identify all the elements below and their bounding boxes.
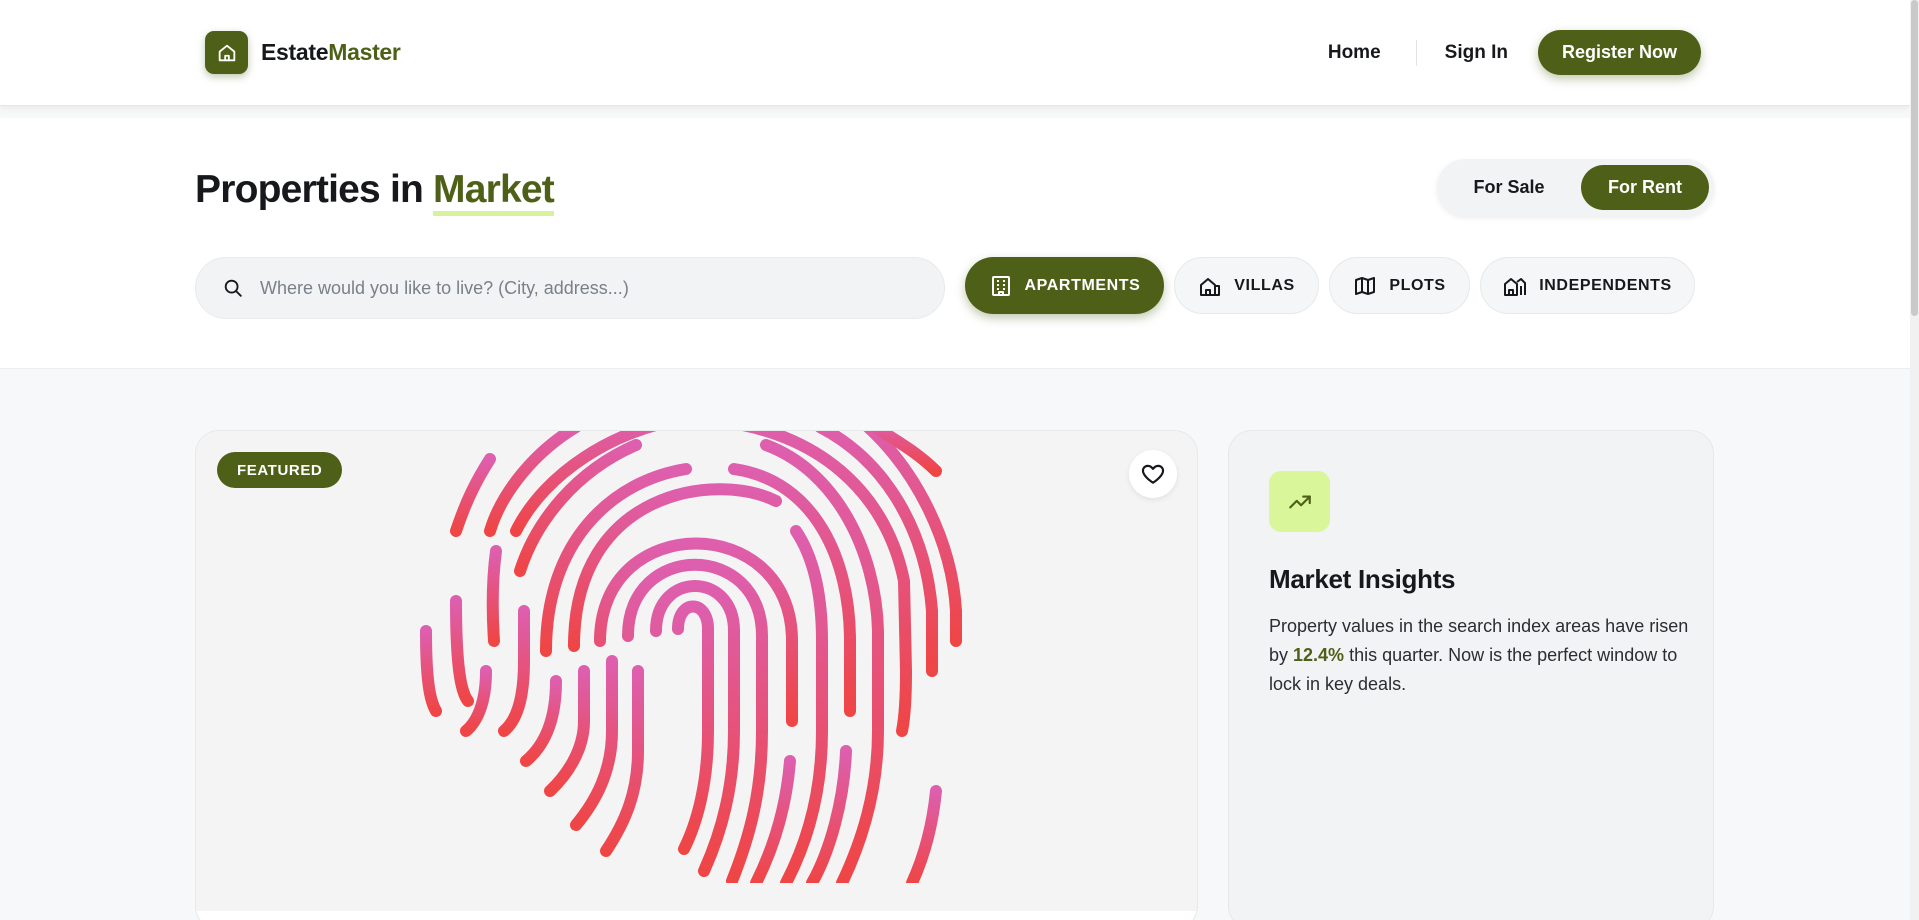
logo[interactable]: EstateMaster	[205, 31, 401, 74]
register-button[interactable]: Register Now	[1537, 30, 1701, 75]
market-insights-card: Market Insights Property values in the s…	[1228, 430, 1714, 920]
listing-type-toggle: For Sale For Rent	[1437, 159, 1714, 216]
search-icon	[224, 279, 242, 297]
insights-title: Market Insights	[1269, 564, 1456, 594]
category-label: PLOTS	[1389, 276, 1446, 294]
category-villas[interactable]: VILLAS	[1174, 257, 1319, 314]
search-input[interactable]: Where would you like to live? (City, add…	[195, 257, 945, 319]
search-hero: Properties in Market For Sale For Rent W…	[0, 118, 1910, 369]
favorite-button[interactable]	[1129, 450, 1177, 498]
brand-name-part2: Master	[328, 39, 401, 65]
brand-name: EstateMaster	[261, 39, 401, 66]
trending-up-icon	[1269, 471, 1330, 532]
page-title-accent: Market	[433, 168, 555, 216]
building-icon	[991, 275, 1010, 296]
category-apartments[interactable]: APARTMENTS	[965, 257, 1164, 314]
scrollbar-thumb[interactable]	[1911, 0, 1918, 316]
fingerprint-image	[420, 431, 962, 883]
search-placeholder: Where would you like to live? (City, add…	[260, 277, 629, 298]
brand-name-part1: Estate	[261, 39, 329, 65]
category-label: VILLAS	[1234, 276, 1295, 294]
featured-property-card[interactable]: FEATURED	[195, 430, 1198, 920]
page-title: Properties in Market	[195, 168, 555, 216]
nav-signin-link[interactable]: Sign In	[1445, 42, 1508, 64]
nav-home-link[interactable]: Home	[1328, 42, 1381, 64]
for-rent-toggle[interactable]: For Rent	[1581, 165, 1709, 210]
for-sale-toggle[interactable]: For Sale	[1443, 165, 1575, 210]
featured-badge: FEATURED	[217, 452, 343, 488]
insights-highlight: 12.4%	[1293, 645, 1345, 665]
category-label: APARTMENTS	[1024, 276, 1141, 294]
nav-divider	[1415, 39, 1417, 66]
heart-icon	[1141, 464, 1165, 484]
villa-icon	[1200, 277, 1221, 296]
site-header: EstateMaster Home Sign In Register Now	[0, 0, 1910, 106]
page-title-prefix: Properties in	[195, 168, 434, 211]
category-independents[interactable]: INDEPENDENTS	[1480, 257, 1695, 314]
category-label: INDEPENDENTS	[1539, 276, 1672, 294]
map-icon	[1355, 276, 1376, 295]
category-plots[interactable]: PLOTS	[1329, 257, 1470, 314]
home-icon	[205, 31, 248, 74]
card-body	[196, 911, 1197, 920]
insights-text: Property values in the search index area…	[1269, 612, 1689, 699]
houses-icon	[1504, 277, 1527, 296]
main-nav: Home Sign In Register Now	[1328, 30, 1701, 75]
